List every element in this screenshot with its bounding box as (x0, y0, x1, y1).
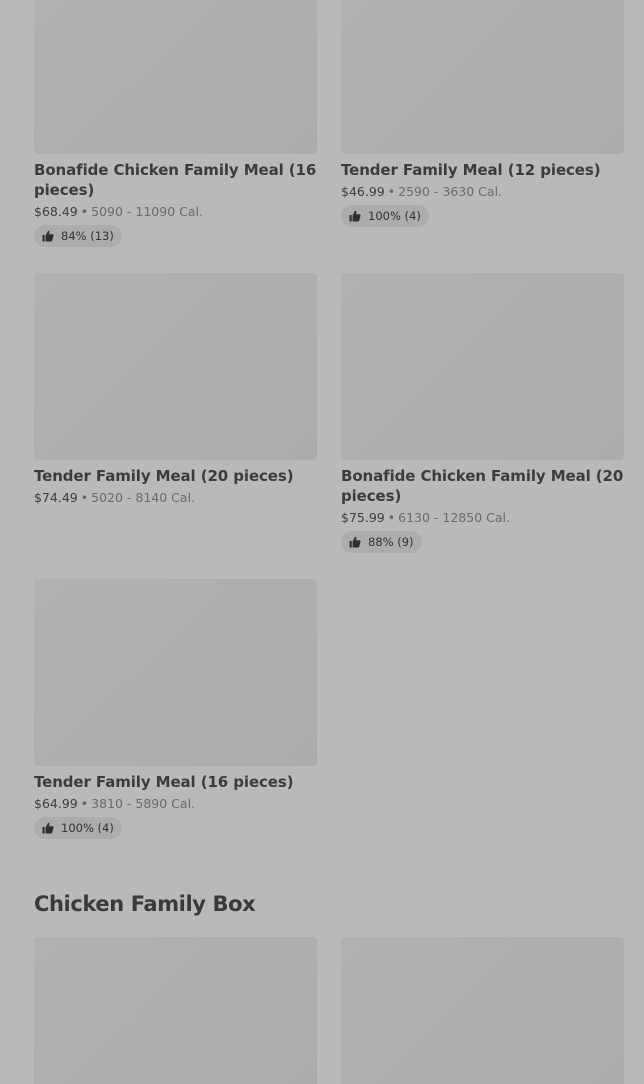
item-image[interactable] (34, 937, 317, 1084)
item-image[interactable] (34, 0, 317, 154)
item-meta: $64.99 • 3810 - 5890 Cal. (34, 795, 317, 812)
item-calories: 2590 - 3630 Cal. (398, 184, 503, 199)
item-image[interactable] (34, 579, 317, 766)
rating-text: 100% (4) (61, 821, 114, 835)
separator-dot: • (80, 796, 89, 811)
thumbs-up-icon (349, 536, 361, 548)
item-image[interactable] (341, 273, 624, 460)
item-meta: $74.49 • 5020 - 8140 Cal. (34, 489, 317, 506)
thumbs-up-icon (42, 822, 54, 834)
rating-badge: 88% (9) (341, 531, 422, 553)
menu-item-card[interactable]: Bonafide Chicken Family Meal (20 pieces)… (341, 273, 624, 553)
item-title: Tender Family Meal (12 pieces) (341, 161, 601, 179)
menu-item-card[interactable]: Tender Family Meal (12 pieces) $46.99 • 25… (341, 0, 624, 227)
item-image[interactable] (341, 937, 624, 1084)
item-title: Bonafide Chicken Family Meal (20 pieces) (341, 467, 624, 505)
item-image[interactable] (341, 0, 624, 154)
item-price: $68.49 (34, 204, 78, 219)
rating-badge: 100% (4) (34, 817, 122, 839)
thumbs-up-icon (349, 210, 361, 222)
menu-item-card[interactable] (341, 937, 624, 1084)
menu-item-card[interactable]: Bonafide Chicken Family Meal (16 pieces)… (34, 0, 317, 247)
item-calories: 3810 - 5890 Cal. (91, 796, 196, 811)
item-meta: $75.99 • 6130 - 12850 Cal. (341, 509, 624, 526)
item-title: Tender Family Meal (16 pieces) (34, 773, 294, 791)
item-price: $64.99 (34, 796, 78, 811)
item-calories: 6130 - 12850 Cal. (398, 510, 510, 525)
separator-dot: • (387, 510, 396, 525)
rating-text: 100% (4) (368, 209, 421, 223)
separator-dot: • (80, 490, 89, 505)
item-price: $74.49 (34, 490, 78, 505)
item-calories: 5090 - 11090 Cal. (91, 204, 203, 219)
item-meta: $68.49 • 5090 - 11090 Cal. (34, 203, 317, 220)
menu-item-card[interactable] (34, 937, 317, 1084)
menu-item-card[interactable]: Tender Family Meal (16 pieces) $64.99 • 38… (34, 579, 317, 839)
item-price: $46.99 (341, 184, 385, 199)
separator-dot: • (80, 204, 89, 219)
item-title: Tender Family Meal (20 pieces) (34, 467, 294, 485)
rating-text: 84% (13) (61, 229, 114, 243)
item-price: $75.99 (341, 510, 385, 525)
separator-dot: • (387, 184, 396, 199)
item-meta: $46.99 • 2590 - 3630 Cal. (341, 183, 624, 200)
rating-badge: 84% (13) (34, 225, 122, 247)
menu-item-card[interactable]: Tender Family Meal (20 pieces) $74.49 • 50… (34, 273, 317, 506)
thumbs-up-icon (42, 230, 54, 242)
item-title: Bonafide Chicken Family Meal (16 pieces) (34, 161, 317, 199)
rating-text: 88% (9) (368, 535, 414, 549)
item-calories: 5020 - 8140 Cal. (91, 490, 196, 505)
section-title: Chicken Family Box (34, 892, 256, 916)
item-image[interactable] (34, 273, 317, 460)
rating-badge: 100% (4) (341, 205, 429, 227)
